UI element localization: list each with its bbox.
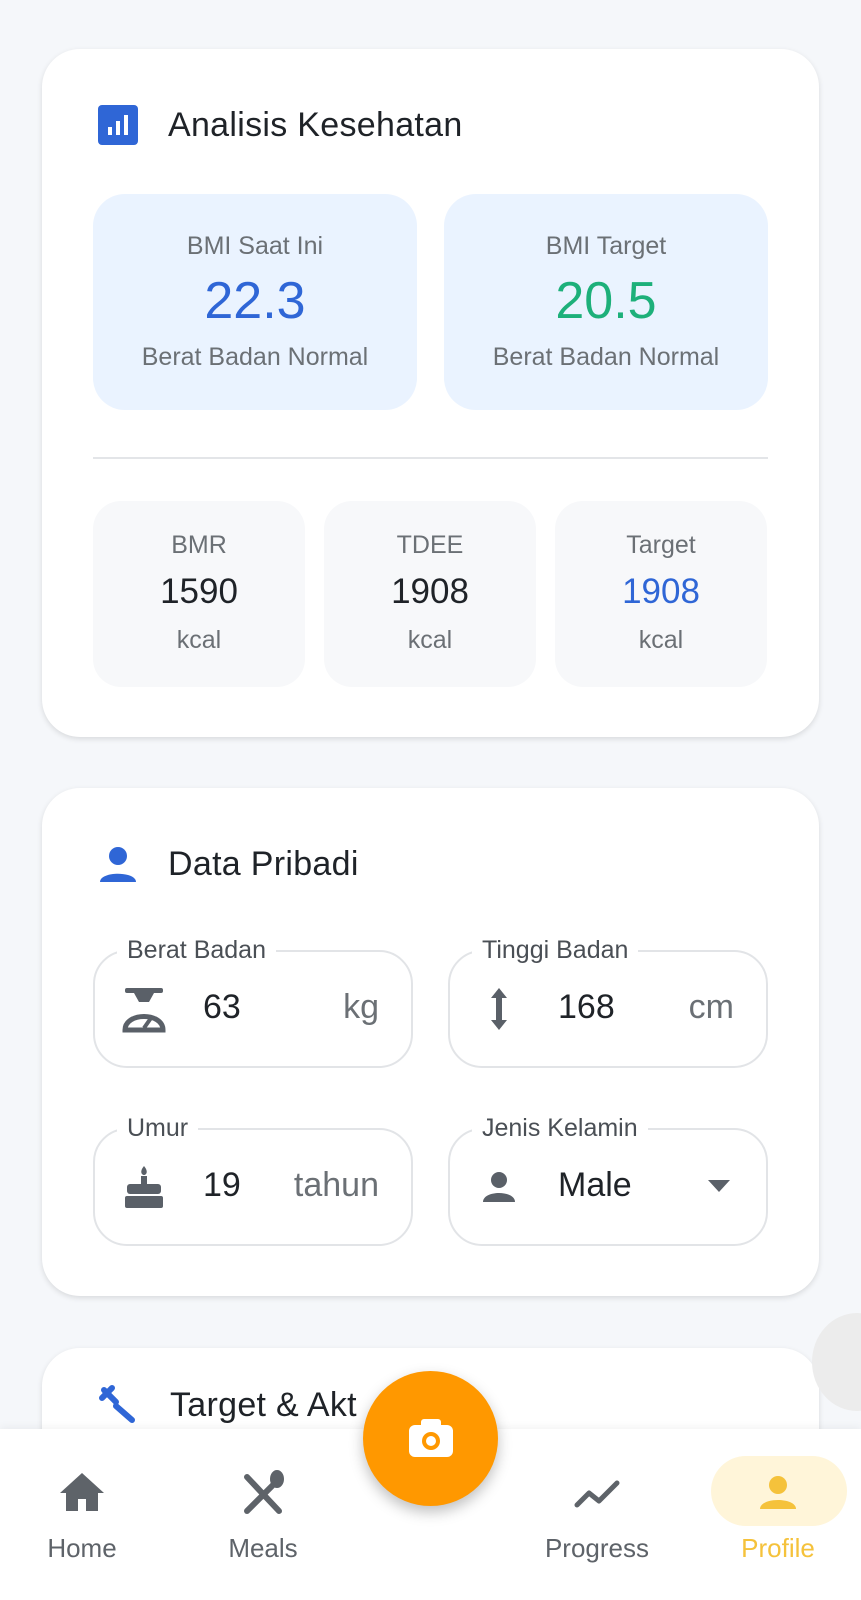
nav-profile[interactable]: Profile xyxy=(703,1429,853,1600)
stat-unit: kcal xyxy=(176,626,222,654)
height-unit: cm xyxy=(688,988,734,1026)
height-value: 168 xyxy=(558,988,615,1026)
floating-side-button[interactable] xyxy=(812,1313,861,1411)
age-value: 19 xyxy=(203,1166,241,1204)
stat-label: BMR xyxy=(171,531,227,559)
nav-profile-label: Profile xyxy=(741,1533,815,1563)
personal-data-card: Data Pribadi Berat Badan 63 kg Tinggi Ba… xyxy=(42,788,819,1296)
bmi-target-box: BMI Target 20.5 Berat Badan Normal xyxy=(444,194,768,410)
divider xyxy=(93,457,768,459)
target-icon xyxy=(99,1385,135,1423)
camera-icon xyxy=(409,1419,453,1457)
person-icon xyxy=(100,847,136,882)
nav-progress-label: Progress xyxy=(544,1533,650,1563)
cake-icon xyxy=(125,1166,163,1208)
trend-icon xyxy=(574,1480,620,1508)
bmi-current-box: BMI Saat Ini 22.3 Berat Badan Normal xyxy=(93,194,417,410)
stat-unit: kcal xyxy=(407,626,453,654)
nav-meals[interactable]: Meals xyxy=(188,1429,338,1600)
target-activity-title: Target & Akt xyxy=(170,1385,357,1424)
weight-value: 63 xyxy=(203,988,241,1026)
dropdown-arrow-icon[interactable] xyxy=(708,1180,730,1192)
stat-unit: kcal xyxy=(638,626,684,654)
bmi-current-status: Berat Badan Normal xyxy=(141,343,369,371)
age-unit: tahun xyxy=(293,1166,379,1204)
target-activity-header: Target & Akt xyxy=(98,1384,357,1426)
bmi-current-value: 22.3 xyxy=(204,272,306,330)
bmi-target-label: BMI Target xyxy=(545,232,667,260)
nav-home-label: Home xyxy=(47,1533,117,1563)
gender-dropdown[interactable]: Jenis Kelamin Male xyxy=(448,1114,768,1246)
profile-icon xyxy=(760,1476,796,1509)
home-icon xyxy=(60,1473,104,1511)
health-analysis-card: Analisis Kesehatan BMI Saat Ini 22.3 Ber… xyxy=(42,49,819,737)
tdee-stat: TDEE 1908 kcal xyxy=(324,501,536,687)
cutlery-icon xyxy=(244,1470,284,1514)
target-calorie-stat: Target 1908 kcal xyxy=(555,501,767,687)
stat-label: TDEE xyxy=(396,531,464,559)
height-field[interactable]: Tinggi Badan 168 cm xyxy=(448,936,768,1068)
height-icon xyxy=(491,988,507,1030)
weight-field[interactable]: Berat Badan 63 kg xyxy=(93,936,413,1068)
height-label: Tinggi Badan xyxy=(472,936,639,965)
stat-value: 1590 xyxy=(160,572,238,611)
bmi-target-status: Berat Badan Normal xyxy=(492,343,720,371)
age-field[interactable]: Umur 19 tahun xyxy=(93,1114,413,1246)
personal-data-title: Data Pribadi xyxy=(168,844,359,883)
nav-home[interactable]: Home xyxy=(7,1429,157,1600)
bmr-stat: BMR 1590 kcal xyxy=(93,501,305,687)
nav-progress[interactable]: Progress xyxy=(522,1429,672,1600)
stat-value: 1908 xyxy=(622,572,700,611)
weight-label: Berat Badan xyxy=(117,936,276,965)
gender-value: Male xyxy=(558,1166,632,1204)
health-analysis-title: Analisis Kesehatan xyxy=(168,105,463,144)
stat-value: 1908 xyxy=(391,572,469,611)
person-icon xyxy=(483,1172,515,1202)
weight-unit: kg xyxy=(343,988,379,1026)
bar-chart-icon xyxy=(98,105,138,145)
health-analysis-header: Analisis Kesehatan xyxy=(98,105,463,145)
bmi-current-label: BMI Saat Ini xyxy=(186,232,324,260)
personal-data-header: Data Pribadi xyxy=(98,844,359,884)
age-label: Umur xyxy=(117,1114,199,1143)
camera-button[interactable] xyxy=(363,1371,498,1506)
scale-icon xyxy=(122,988,166,1033)
bmi-target-value: 20.5 xyxy=(555,272,657,330)
nav-meals-label: Meals xyxy=(228,1533,298,1563)
gender-label: Jenis Kelamin xyxy=(472,1114,648,1143)
stat-label: Target xyxy=(626,531,696,559)
